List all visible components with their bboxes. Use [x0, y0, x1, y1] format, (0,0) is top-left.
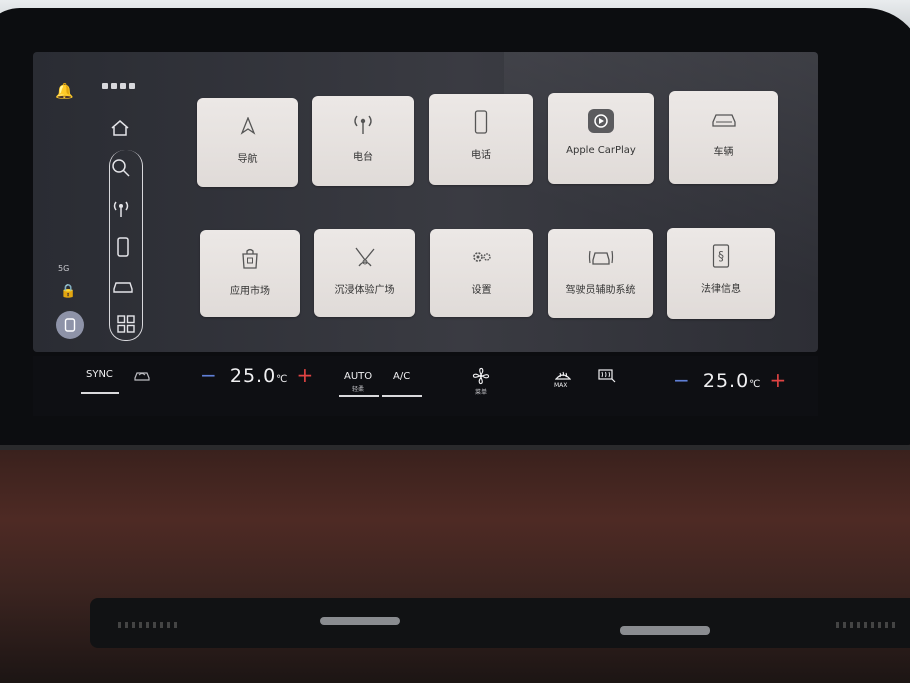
left-temp-unit: ℃ — [276, 374, 288, 385]
right-temp-minus-button[interactable]: − — [673, 368, 690, 392]
sync-indicator — [81, 392, 119, 394]
fan-icon[interactable] — [472, 367, 490, 389]
tile-phone[interactable]: 电话 — [429, 94, 533, 185]
rear-defrost-icon[interactable] — [598, 369, 616, 386]
tile-label: 驾驶员辅助系统 — [565, 285, 636, 296]
tile-vehicle[interactable]: 车辆 — [669, 91, 778, 184]
signal-indicator: 5G — [58, 264, 70, 273]
dashboard-lower — [0, 450, 910, 683]
tile-settings[interactable]: 设置 — [430, 229, 533, 317]
radio-icon[interactable] — [106, 193, 136, 223]
car-icon — [711, 105, 737, 133]
apps-grid-icon[interactable] — [111, 309, 141, 339]
tile-legal[interactable]: § 法律信息 — [667, 228, 775, 319]
tile-label: 电台 — [353, 152, 373, 163]
recirculation-icon[interactable] — [133, 369, 151, 384]
tile-navigation[interactable]: 导航 — [197, 98, 298, 187]
right-temp-value: 25.0 — [702, 370, 750, 392]
tile-label: Apple CarPlay — [566, 145, 636, 156]
right-temp-unit: ℃ — [749, 379, 761, 390]
tile-app-store[interactable]: 应用市场 — [200, 230, 300, 317]
vent-handle-right[interactable] — [620, 626, 710, 635]
tile-label: 沉浸体验广场 — [334, 285, 395, 296]
auto-mode-label: 轻柔 — [352, 386, 365, 393]
vent-handle-left[interactable] — [320, 617, 400, 625]
tile-radio[interactable]: 电台 — [312, 96, 414, 186]
left-temp-plus-button[interactable]: + — [297, 363, 314, 387]
left-temp-minus-button[interactable]: − — [200, 363, 217, 387]
tile-label: 应用市场 — [230, 286, 270, 297]
phone-icon[interactable] — [108, 232, 138, 262]
tile-carplay[interactable]: Apple CarPlay — [548, 93, 654, 184]
driver-assist-icon — [588, 243, 614, 271]
left-temp-group: − 25.0℃ + — [200, 363, 313, 387]
radio-icon — [351, 110, 375, 138]
car-icon[interactable] — [108, 271, 138, 301]
tile-label: 设置 — [471, 285, 492, 296]
ac-indicator — [382, 395, 422, 397]
tile-label: 法律信息 — [701, 284, 741, 295]
legal-icon: § — [712, 242, 730, 270]
right-temp-group: − 25.0℃ + — [673, 368, 786, 392]
sync-button[interactable]: SYNC — [86, 369, 113, 380]
auto-button[interactable]: AUTO — [344, 371, 372, 382]
svg-text:§: § — [718, 249, 724, 263]
left-temp-value: 25.0 — [229, 365, 277, 387]
tile-label: 导航 — [237, 154, 258, 165]
right-temp-plus-button[interactable]: + — [770, 368, 787, 392]
fan-menu-label: 菜单 — [475, 389, 488, 396]
ac-button[interactable]: A/C — [393, 371, 410, 382]
vent-grille-right — [836, 622, 896, 628]
app-store-icon — [240, 244, 260, 272]
max-defrost-label: MAX — [554, 382, 568, 389]
tile-label: 电话 — [471, 150, 491, 161]
vent-grille-left — [118, 622, 178, 628]
privacy-lock-icon: 🔒 — [60, 284, 77, 299]
carplay-icon — [587, 107, 615, 135]
tile-immersive[interactable]: 沉浸体验广场 — [314, 229, 415, 317]
phone-icon — [474, 108, 488, 136]
navigation-icon — [240, 112, 256, 140]
tile-driver-assist[interactable]: 驾驶员辅助系统 — [548, 229, 653, 318]
air-vent — [90, 598, 910, 648]
user-avatar[interactable] — [56, 311, 84, 339]
immersive-icon — [353, 243, 377, 271]
tile-label: 车辆 — [713, 147, 734, 158]
home-icon[interactable] — [105, 113, 135, 143]
bell-icon[interactable]: 🔔 — [55, 82, 74, 100]
search-icon[interactable] — [106, 153, 136, 183]
settings-icon — [470, 243, 494, 271]
auto-indicator — [339, 395, 379, 397]
status-dots — [102, 83, 135, 89]
